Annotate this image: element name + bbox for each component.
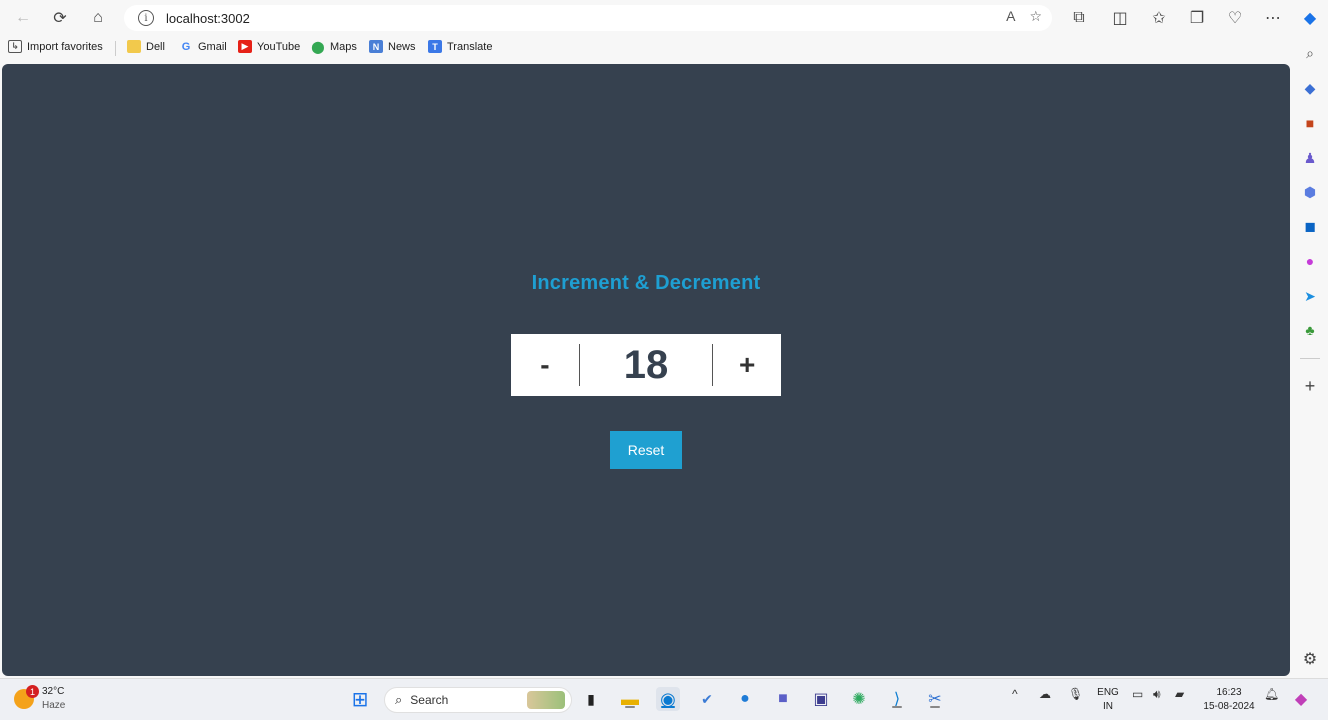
- favorite-dell[interactable]: Dell: [127, 40, 165, 53]
- taskbar: 1 32°C Haze ⊞ ⌕ Search ▮ ▬ ◉ ✔ ● ■ ▣ ✺ ⟩…: [0, 678, 1328, 720]
- collections-icon[interactable]: ❐: [1184, 6, 1210, 30]
- google-icon: G: [181, 40, 191, 53]
- onedrive-cloud-icon[interactable]: ☁: [1039, 687, 1051, 701]
- tools-briefcase-icon[interactable]: ■: [1301, 114, 1319, 132]
- address-url[interactable]: localhost:3002: [166, 11, 250, 26]
- edge-browser-icon[interactable]: ◉: [656, 687, 680, 711]
- copilot-taskbar-icon[interactable]: ◆: [1289, 687, 1313, 711]
- todo-check-icon[interactable]: ✔: [695, 687, 719, 711]
- edge-sidebar: ⌕ ◆ ■ ♟ ⬢ ◼ ● ➤ ♣ + ⚙: [1292, 36, 1328, 676]
- dev-app-icon[interactable]: ▣: [809, 687, 833, 711]
- favorite-translate[interactable]: T Translate: [428, 40, 492, 53]
- favorite-star-icon[interactable]: ☆: [1029, 8, 1042, 25]
- weather-widget[interactable]: 1 32°C Haze: [14, 685, 65, 713]
- sidebar-divider: [1300, 358, 1320, 359]
- file-explorer-icon[interactable]: ▬: [618, 687, 642, 711]
- settings-gear-icon[interactable]: ⚙: [1301, 650, 1319, 668]
- add-icon[interactable]: +: [1301, 376, 1319, 396]
- site-info-icon[interactable]: i: [138, 10, 154, 26]
- outlook-icon[interactable]: ◼: [1301, 217, 1319, 235]
- folder-icon: [127, 40, 141, 53]
- microphone-icon[interactable]: 🎙︎: [1068, 687, 1083, 701]
- increment-button[interactable]: +: [713, 334, 781, 396]
- start-windows-icon[interactable]: ⊞: [348, 687, 372, 711]
- search-magnifier-icon: ⌕: [395, 692, 403, 707]
- search-highlight-image: [527, 691, 565, 709]
- show-hidden-icons-chevron-icon[interactable]: ^: [1012, 687, 1018, 701]
- microsoft-365-icon[interactable]: ⬢: [1301, 183, 1319, 201]
- games-icon[interactable]: ♟: [1301, 149, 1319, 167]
- page-title: Increment & Decrement: [531, 272, 761, 294]
- taskbar-search[interactable]: ⌕ Search: [384, 687, 572, 713]
- notification-bell-icon[interactable]: 🔔︎: [1264, 687, 1279, 701]
- language-indicator[interactable]: ENG IN: [1096, 686, 1120, 714]
- copilot-icon[interactable]: ◆: [1297, 6, 1323, 30]
- browser-essentials-icon[interactable]: ♡: [1222, 6, 1248, 30]
- favorite-gmail[interactable]: G Gmail: [179, 40, 227, 53]
- favorite-import[interactable]: ↳ Import favorites: [8, 40, 103, 53]
- counter-widget: - 18 +: [511, 334, 781, 396]
- decrement-button[interactable]: -: [511, 334, 579, 396]
- telegram-icon[interactable]: ➤: [1301, 287, 1319, 305]
- vscode-icon[interactable]: ⟩: [885, 687, 909, 711]
- battery-icon[interactable]: ▰: [1175, 687, 1184, 701]
- favorite-news[interactable]: N News: [369, 40, 416, 53]
- youtube-icon: ▶: [238, 40, 252, 53]
- notification-badge: 1: [26, 685, 39, 698]
- taskbar-search-label: Search: [410, 693, 449, 707]
- tree-icon[interactable]: ♣: [1301, 321, 1319, 339]
- home-icon[interactable]: ⌂: [85, 6, 111, 30]
- snipping-tool-icon[interactable]: ✂: [923, 687, 947, 711]
- read-aloud-icon[interactable]: A: [1006, 8, 1015, 25]
- teams-icon[interactable]: ■: [771, 687, 795, 711]
- browser-toolbar: ← ⟳ ⌂ i localhost:3002 A ☆ ⧉ ◫ ✩ ❐ ♡ ⋯ ◆: [0, 0, 1328, 36]
- maps-pin-icon: ⬤: [311, 39, 325, 54]
- more-options-icon[interactable]: ⋯: [1260, 6, 1286, 30]
- favorite-maps[interactable]: ⬤ Maps: [311, 39, 357, 54]
- extensions-icon[interactable]: ⧉: [1066, 6, 1092, 30]
- weather-sun-icon: 1: [14, 685, 39, 709]
- counter-value: 18: [623, 342, 669, 387]
- weather-condition: Haze: [42, 700, 66, 711]
- system-clock[interactable]: 16:23 15-08-2024: [1200, 686, 1258, 714]
- favorites-bar: ↳ Import favorites Dell G Gmail ▶ YouTub…: [0, 36, 1328, 60]
- import-icon: ↳: [8, 40, 22, 53]
- firefox-icon[interactable]: ●: [733, 687, 757, 711]
- designer-icon[interactable]: ●: [1301, 252, 1319, 270]
- refresh-icon[interactable]: ⟳: [47, 6, 73, 30]
- page-viewport: Increment & Decrement - 18 + Reset: [2, 64, 1290, 676]
- address-bar[interactable]: i localhost:3002 A ☆: [124, 5, 1052, 31]
- weather-temperature: 32°C: [42, 686, 65, 697]
- network-icon[interactable]: ▭: [1132, 687, 1143, 701]
- back-icon[interactable]: ←: [10, 6, 36, 30]
- news-icon: N: [369, 40, 383, 53]
- favorite-youtube[interactable]: ▶ YouTube: [238, 40, 300, 53]
- translate-icon: T: [428, 40, 442, 53]
- task-view-icon[interactable]: ▮: [579, 687, 603, 711]
- favorites-icon[interactable]: ✩: [1146, 6, 1172, 30]
- react-app-icon[interactable]: ✺: [847, 687, 871, 711]
- split-screen-icon[interactable]: ◫: [1107, 6, 1133, 30]
- shopping-tag-icon[interactable]: ◆: [1301, 79, 1319, 97]
- search-icon[interactable]: ⌕: [1301, 44, 1319, 62]
- favorites-divider: [115, 41, 116, 56]
- volume-icon[interactable]: 🔊︎: [1153, 687, 1161, 702]
- reset-button[interactable]: Reset: [610, 431, 682, 469]
